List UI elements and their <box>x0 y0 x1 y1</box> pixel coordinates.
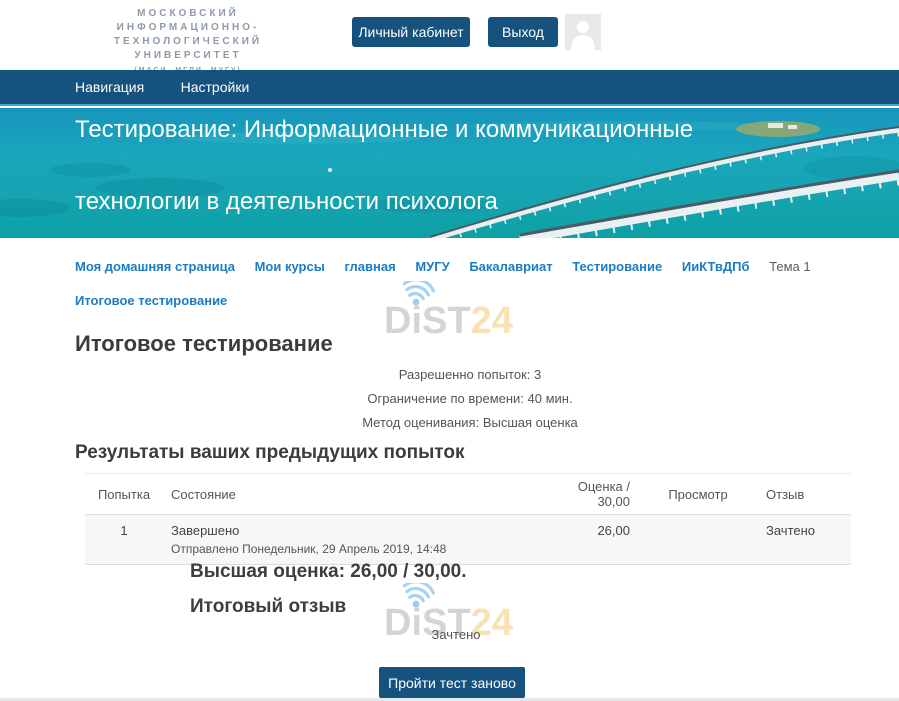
university-logo[interactable]: МОСКОВСКИЙ ИНФОРМАЦИОННО-ТЕХНОЛОГИЧЕСКИЙ… <box>62 7 314 77</box>
table-row: 1 Завершено Отправлено Понедельник, 29 А… <box>85 515 851 565</box>
quiz-time-limit: Ограничение по времени: 40 мин. <box>75 390 865 414</box>
final-feedback-value: Зачтено <box>382 627 530 642</box>
breadcrumb-item-home[interactable]: Моя домашняя страница <box>75 250 235 284</box>
nav-item-settings[interactable]: Настройки <box>181 70 250 104</box>
breadcrumb-item-testing[interactable]: Тестирование <box>572 250 662 284</box>
logo-line: МОСКОВСКИЙ <box>62 7 314 21</box>
col-header-state: Состояние <box>163 474 555 515</box>
breadcrumb-item-main[interactable]: главная <box>344 250 395 284</box>
main-navbar: Навигация Настройки <box>0 70 899 106</box>
attempt-state-cell: Завершено Отправлено Понедельник, 29 Апр… <box>163 515 555 565</box>
attempt-submitted-date: Отправлено Понедельник, 29 Апрель 2019, … <box>171 542 547 556</box>
breadcrumb-item-course[interactable]: ИиКТвДПб <box>682 250 750 284</box>
attempt-review-cell <box>638 515 758 565</box>
table-header-row: Попытка Состояние Оценка / 30,00 Просмот… <box>85 474 851 515</box>
breadcrumb-item-bachelor[interactable]: Бакалавриат <box>469 250 552 284</box>
personal-cabinet-button[interactable]: Личный кабинет <box>352 17 470 47</box>
col-header-grade: Оценка / 30,00 <box>555 474 638 515</box>
col-header-review: Просмотр <box>638 474 758 515</box>
breadcrumb: Моя домашняя страница Мои курсы главная … <box>75 250 865 318</box>
attempt-grade-cell: 26,00 <box>555 515 638 565</box>
logo-line: ИНФОРМАЦИОННО-ТЕХНОЛОГИЧЕСКИЙ <box>62 21 314 49</box>
course-banner: Тестирование: Информационные и коммуника… <box>0 108 899 238</box>
results-heading: Результаты ваших предыдущих попыток <box>75 442 464 464</box>
breadcrumb-item-mugu[interactable]: МУГУ <box>415 250 449 284</box>
attempt-feedback-cell: Зачтено <box>758 515 851 565</box>
nav-item-navigation[interactable]: Навигация <box>75 70 144 104</box>
site-header: МОСКОВСКИЙ ИНФОРМАЦИОННО-ТЕХНОЛОГИЧЕСКИЙ… <box>0 0 899 70</box>
attempt-state: Завершено <box>171 523 547 538</box>
attempts-table: Попытка Состояние Оценка / 30,00 Просмот… <box>85 473 851 565</box>
avatar[interactable] <box>565 14 601 50</box>
col-header-attempt: Попытка <box>85 474 163 515</box>
breadcrumb-item-topic: Тема 1 <box>769 250 810 284</box>
quiz-info: Разрешенно попыток: 3 Ограничение по вре… <box>75 366 865 438</box>
logo-line: УНИВЕРСИТЕТ <box>62 49 314 63</box>
col-header-feedback: Отзыв <box>758 474 851 515</box>
retake-quiz-button[interactable]: Пройти тест заново <box>379 667 525 698</box>
quiz-grading-method: Метод оценивания: Высшая оценка <box>75 414 865 438</box>
quiz-page: МОСКОВСКИЙ ИНФОРМАЦИОННО-ТЕХНОЛОГИЧЕСКИЙ… <box>0 0 899 701</box>
final-feedback-heading: Итоговый отзыв <box>190 596 346 618</box>
user-icon <box>565 14 601 50</box>
logout-button[interactable]: Выход <box>488 17 558 47</box>
quiz-attempts-allowed: Разрешенно попыток: 3 <box>75 366 865 390</box>
best-grade: Высшая оценка: 26,00 / 30,00. <box>190 561 467 583</box>
attempt-number-cell: 1 <box>85 515 163 565</box>
course-title: Тестирование: Информационные и коммуника… <box>75 108 775 238</box>
quiz-title: Итоговое тестирование <box>75 331 333 357</box>
breadcrumb-item-final-test[interactable]: Итоговое тестирование <box>75 284 227 318</box>
breadcrumb-item-my-courses[interactable]: Мои курсы <box>255 250 325 284</box>
